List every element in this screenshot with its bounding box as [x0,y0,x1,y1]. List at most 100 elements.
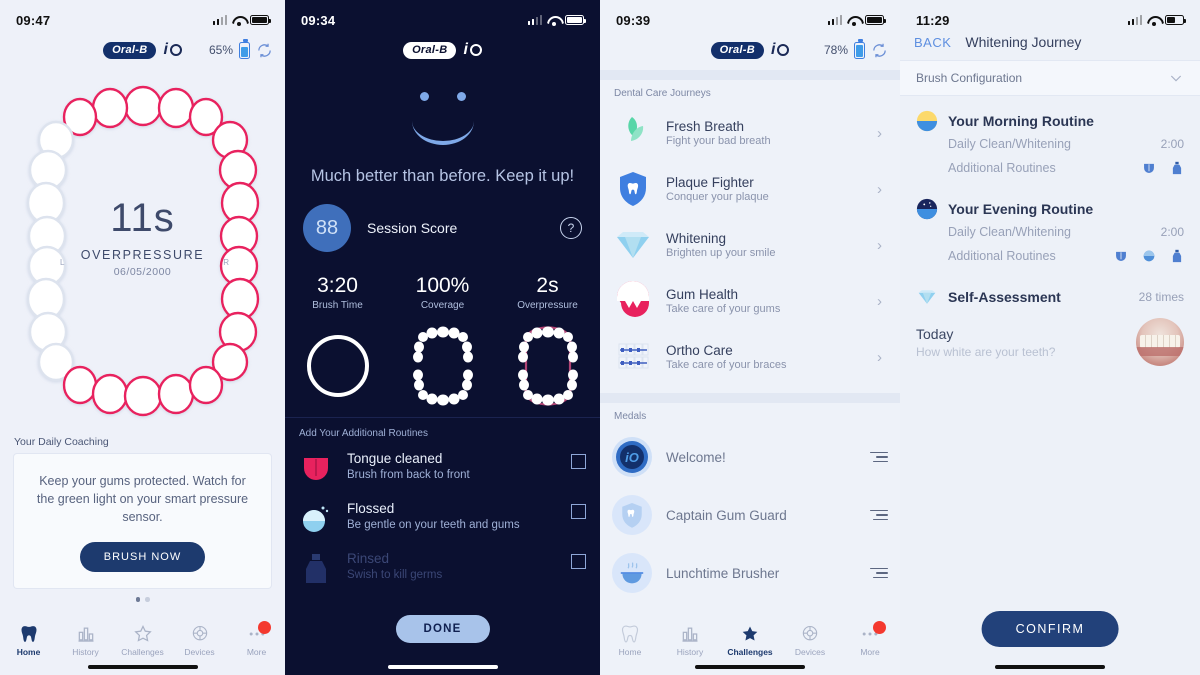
tab-home[interactable]: Home [600,624,660,657]
journey-title: Fresh Breath [666,119,745,134]
today-title: Today [916,325,954,342]
journey-row-plaque-fighter[interactable]: Plaque Fighter Conquer your plaque › [600,161,900,217]
journey-body: Plaque Fighter Conquer your plaque [666,175,865,203]
morning-clean-line[interactable]: Daily Clean/Whitening 2:00 [916,132,1184,156]
chevron-right-icon[interactable]: › [877,181,888,198]
journey-title: Whitening [666,231,727,246]
tab-home-label: Home [618,647,642,657]
bar-chart-icon [682,627,698,642]
star-icon [742,626,758,641]
done-button[interactable]: DONE [395,615,490,643]
stat-overpressure: 2s Overpressure [495,274,600,409]
today-assessment-row[interactable]: Today How white are your teeth? [900,308,1200,376]
bar-chart-icon [78,627,93,642]
evening-additional-line[interactable]: Additional Routines [916,244,1184,268]
journey-body: Whitening Brighten up your smile [666,231,865,259]
phone-panel-whitening-journey: 11:29 BACK Whitening Journey Brush Confi… [900,0,1200,675]
medal-menu-icon[interactable] [870,567,888,579]
self-assessment-head: Self-Assessment 28 times [900,272,1200,308]
bottom-tab-bar[interactable]: Home History Challenges Devices More [600,621,900,657]
tongue-icon[interactable] [1142,161,1156,175]
carousel-dot-2[interactable] [145,597,150,602]
routine-body: Tongue cleaned Brush from back to front [347,451,557,484]
journey-row-fresh-breath[interactable]: Fresh Breath Fight your bad breath › [600,105,900,161]
sync-icon[interactable] [256,42,273,59]
tab-home[interactable]: Home [0,624,57,657]
wifi-icon [232,15,245,26]
brush-configuration-row[interactable]: Brush Configuration [900,60,1200,96]
io-logo: i [463,41,482,59]
mouthwash-icon[interactable] [1170,161,1184,175]
sunrise-icon [916,110,938,132]
journey-row-gum-health[interactable]: Gum Health Take care of your gums › [600,273,900,329]
chevron-right-icon[interactable]: › [877,349,888,366]
tongue-icon[interactable] [1114,249,1128,263]
tab-devices[interactable]: Devices [171,624,228,657]
status-bar: 09:34 [285,0,600,30]
carousel-dot-1[interactable] [135,597,140,602]
device-battery[interactable]: 65% [208,39,273,59]
teeth-photo[interactable] [1136,318,1184,366]
routine-title: Rinsed [347,551,390,566]
status-time: 11:29 [916,12,950,28]
floss-icon[interactable] [1142,249,1156,263]
self-assessment-title: Self-Assessment [948,289,1061,305]
medal-menu-icon[interactable] [870,451,888,463]
chevron-right-icon[interactable]: › [877,237,888,254]
tab-devices-label: Devices [184,647,215,657]
status-icons [527,15,586,26]
morning-additional-label: Additional Routines [948,161,1056,175]
routine-checkbox[interactable] [571,554,586,569]
braces-icon [612,336,654,378]
home-indicator [387,665,498,669]
help-circle-icon[interactable]: ? [560,217,582,239]
signal-bars-icon [212,15,227,25]
journey-title: Gum Health [666,287,739,302]
tab-history[interactable]: History [57,624,114,657]
confirm-button[interactable]: CONFIRM [981,611,1119,647]
battery-percent-label: 65% [208,43,233,57]
tab-devices[interactable]: Devices [780,624,840,657]
device-battery[interactable]: 78% [824,39,888,59]
routine-checkbox[interactable] [571,454,586,469]
overpressure-label: OVERPRESSURE [80,248,205,262]
mouthwash-icon[interactable] [1170,249,1184,263]
tab-more[interactable]: More [840,621,900,657]
bottom-tab-bar[interactable]: Home History Challenges Devices More [0,621,285,657]
sync-icon[interactable] [871,42,888,59]
routine-checkbox[interactable] [571,504,586,519]
gums-icon [612,280,654,322]
teeth-map[interactable]: L R 11s OVERPRESSURE 06/05/2000 [0,70,285,430]
chevron-down-icon[interactable] [1168,70,1184,86]
morning-additional-line[interactable]: Additional Routines [916,156,1184,180]
medal-row-lunchtime-brusher[interactable]: Lunchtime Brusher [600,544,900,602]
tab-challenges[interactable]: Challenges [114,624,171,657]
tooth-icon [621,625,639,643]
chevron-right-icon[interactable]: › [877,293,888,310]
tab-challenges-label: Challenges [727,647,773,657]
stat-brush-time-value: 3:20 [317,274,358,297]
device-battery-icon [854,39,865,59]
brush-now-button[interactable]: BRUSH NOW [79,542,206,573]
chevron-right-icon[interactable]: › [877,125,888,142]
routine-row-tongue[interactable]: Tongue cleaned Brush from back to front [285,443,600,493]
today-question: How white are your teeth? [916,344,1056,359]
wifi-icon [1147,15,1160,26]
back-button[interactable]: BACK [914,35,951,50]
journey-row-whitening[interactable]: Whitening Brighten up your smile › [600,217,900,273]
carousel-dots[interactable] [0,597,285,602]
evening-clean-line[interactable]: Daily Clean/Whitening 2:00 [916,220,1184,244]
medal-row-captain-gum-guard[interactable]: Captain Gum Guard [600,486,900,544]
routine-row-flossed[interactable]: Flossed Be gentle on your teeth and gums [285,493,600,543]
coaching-card[interactable]: Keep your gums protected. Watch for the … [14,454,271,589]
medal-menu-icon[interactable] [870,509,888,521]
tab-challenges[interactable]: Challenges [720,624,780,657]
tab-more[interactable]: More [228,621,285,657]
journey-row-ortho-care[interactable]: Ortho Care Take care of your braces › [600,329,900,385]
tab-history[interactable]: History [660,624,720,657]
routine-row-rinsed[interactable]: Rinsed Swish to kill germs [285,543,600,593]
stat-overpressure-value: 2s [536,274,559,297]
session-score-row[interactable]: 88 Session Score ? [285,186,600,252]
medal-row-welcome[interactable]: iO Welcome! [600,428,900,486]
status-icons [1127,15,1186,26]
